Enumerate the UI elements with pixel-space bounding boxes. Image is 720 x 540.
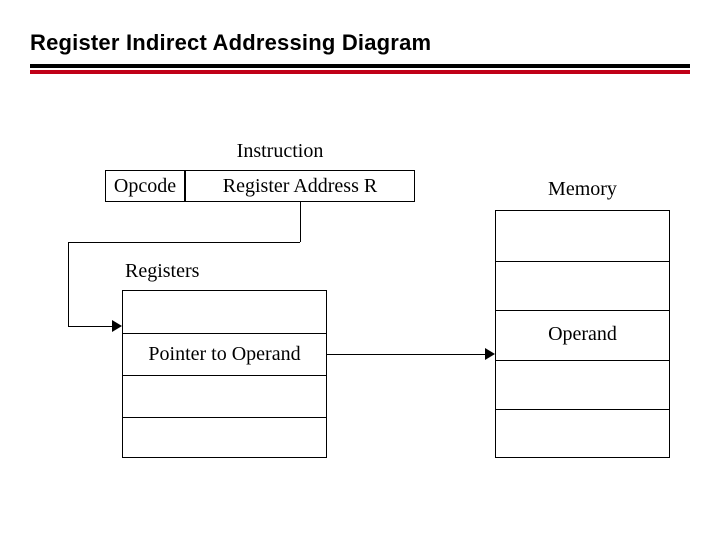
connector-ptr-to-mem (327, 354, 485, 355)
memory-row-1 (496, 261, 669, 311)
registers-row-2 (123, 375, 326, 417)
memory-row-2: Operand (496, 310, 669, 360)
memory-row-4 (496, 409, 669, 459)
registers-row-1: Pointer to Operand (123, 333, 326, 375)
memory-row-0 (496, 211, 669, 261)
connector-instr-left (68, 242, 300, 243)
registers-row-0 (123, 291, 326, 333)
title-underline (30, 64, 690, 68)
registers-row-3 (123, 417, 326, 459)
page-title: Register Indirect Addressing Diagram (30, 30, 431, 56)
register-address-cell: Register Address R (185, 170, 415, 202)
connector-instr-down2 (68, 242, 69, 326)
arrowhead-into-memory (485, 348, 495, 360)
memory-table: Operand (495, 210, 670, 458)
memory-row-3 (496, 360, 669, 410)
arrowhead-into-registers (112, 320, 122, 332)
connector-instr-right (68, 326, 112, 327)
registers-table: Pointer to Operand (122, 290, 327, 458)
memory-heading: Memory (495, 178, 670, 201)
opcode-cell: Opcode (105, 170, 185, 202)
connector-instr-down (300, 202, 301, 242)
registers-heading: Registers (125, 260, 305, 283)
instruction-heading: Instruction (150, 140, 410, 163)
